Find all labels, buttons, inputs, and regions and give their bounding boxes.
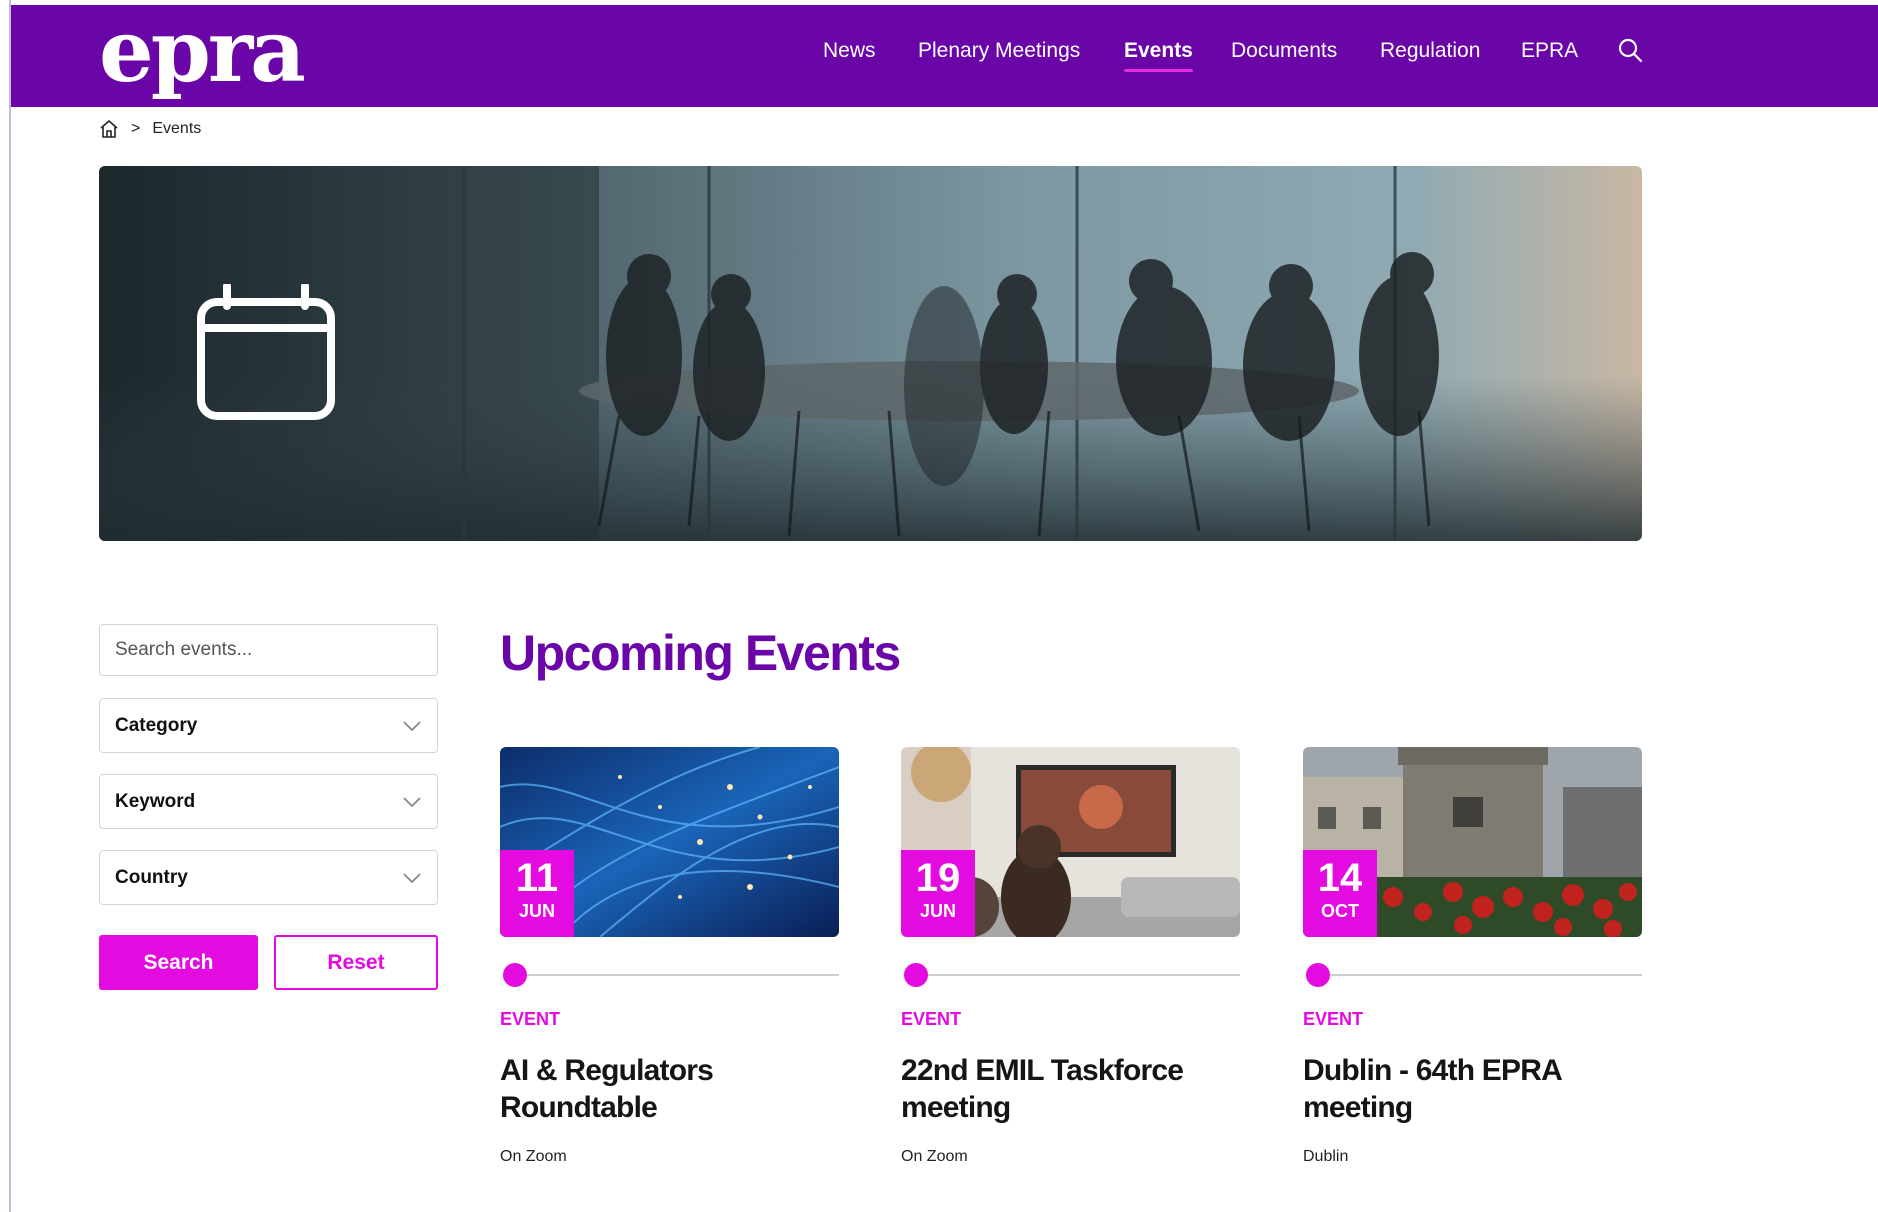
event-card[interactable]: 19 JUN EVENT 22nd EMIL Taskforce meeting… [901,747,1240,1166]
search-events-input[interactable] [99,624,438,676]
event-title-link[interactable]: Dublin - 64th EPRA meeting [1303,1052,1642,1126]
event-timeline [901,961,1240,989]
search-icon[interactable] [1617,37,1643,63]
timeline-line [527,974,839,976]
nav-item-events-label: Events [1124,39,1193,62]
breadcrumb-current: Events [152,120,202,137]
category-select-label: Category [115,714,198,736]
event-day: 11 [515,856,559,900]
calendar-icon [197,284,335,420]
date-badge: 11 JUN [500,850,574,937]
country-select[interactable]: Country [99,850,438,905]
event-location: On Zoom [901,1148,968,1165]
keyword-select[interactable]: Keyword [99,774,438,829]
timeline-dot [904,963,928,987]
breadcrumb: > Events [99,118,201,140]
event-type: EVENT [500,1009,561,1029]
event-card[interactable]: 11 JUN EVENT AI & Regulators Roundtable … [500,747,839,1166]
event-type: EVENT [901,1009,962,1029]
event-title-link[interactable]: 22nd EMIL Taskforce meeting [901,1052,1240,1126]
nav-item-news[interactable]: News [823,39,876,63]
event-location: Dublin [1303,1148,1349,1165]
event-image[interactable]: 19 JUN [901,747,1240,937]
date-badge: 19 JUN [901,850,975,937]
page-title: Upcoming Events [500,625,901,681]
timeline-line [1330,974,1642,976]
event-location: On Zoom [500,1148,567,1165]
chevron-down-icon [403,796,421,807]
nav-item-plenary-meetings[interactable]: Plenary Meetings [918,39,1080,63]
nav-item-regulation[interactable]: Regulation [1380,39,1480,63]
event-card[interactable]: 14 OCT EVENT Dublin - 64th EPRA meeting … [1303,747,1642,1166]
event-month: JUN [518,901,555,921]
breadcrumb-separator: > [131,120,141,137]
chevron-down-icon [403,872,421,883]
event-title-link[interactable]: AI & Regulators Roundtable [500,1052,839,1126]
home-icon[interactable] [99,119,119,139]
chevron-down-icon [403,720,421,731]
event-image[interactable]: 11 JUN [500,747,839,937]
nav-item-events[interactable]: Events [1124,39,1193,72]
reset-button[interactable]: Reset [274,935,438,990]
window-edge [0,0,11,1212]
timeline-line [928,974,1240,976]
event-day: 14 [1317,856,1363,900]
category-select[interactable]: Category [99,698,438,753]
timeline-dot [503,963,527,987]
epra-logo[interactable]: epra [99,9,306,95]
country-select-label: Country [115,866,188,888]
date-badge: 14 OCT [1303,850,1377,937]
event-timeline [1303,961,1642,989]
event-month: OCT [1321,901,1359,921]
timeline-dot [1306,963,1330,987]
event-image[interactable]: 14 OCT [1303,747,1642,937]
event-day: 19 [915,856,961,900]
event-timeline [500,961,839,989]
hero-banner [99,166,1642,541]
search-button[interactable]: Search [99,935,258,990]
active-nav-underline [1124,69,1193,72]
nav-item-documents[interactable]: Documents [1231,39,1337,63]
event-type: EVENT [1303,1009,1364,1029]
keyword-select-label: Keyword [115,790,196,812]
nav-item-epra[interactable]: EPRA [1521,39,1578,63]
event-month: JUN [919,901,956,921]
site-header: epra News Plenary Meetings Events Docume… [11,5,1878,107]
